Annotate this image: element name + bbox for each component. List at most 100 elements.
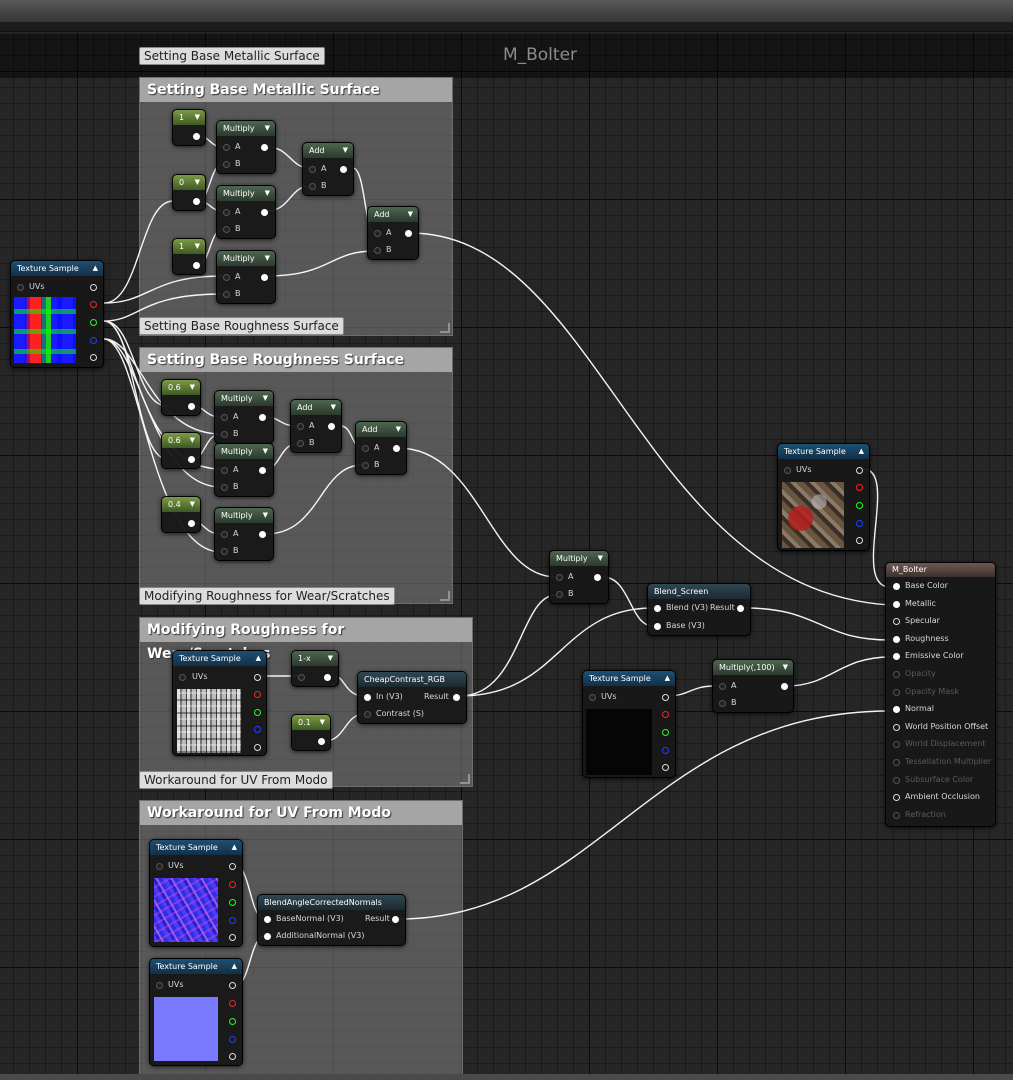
node-header[interactable]: 1-x ▼ [292, 651, 338, 666]
collapse-arrow-icon[interactable]: ▲ [232, 840, 237, 855]
in-input-pin[interactable] [364, 694, 371, 701]
node-header[interactable]: Texture Sample ▲ [778, 444, 869, 459]
node-header[interactable]: 0.6 ▼ [162, 433, 200, 448]
node-header[interactable]: 0 ▼ [173, 175, 205, 190]
node-header[interactable]: 0.1 ▼ [292, 715, 330, 730]
blend-angle-normals-node[interactable]: BlendAngleCorrectedNormals BaseNormal (V… [257, 894, 406, 946]
a-input-pin[interactable] [309, 166, 316, 173]
texture-sample-node-normal1[interactable]: Texture Sample ▲ UVs [149, 839, 243, 947]
input-pin-base-color[interactable] [893, 583, 900, 590]
input-pin-ambient-occlusion[interactable] [893, 794, 900, 802]
add-node-m2[interactable]: Add ▼ A B [367, 206, 419, 260]
b-input-pin[interactable] [374, 247, 381, 254]
collapse-arrow-icon[interactable]: ▲ [232, 959, 237, 974]
input-pin-normal[interactable] [893, 706, 900, 714]
rgb-output-pin[interactable] [254, 674, 261, 681]
node-header[interactable]: Multiply ▼ [217, 186, 275, 201]
collapse-arrow-icon[interactable]: ▼ [331, 400, 336, 415]
g-output-pin[interactable] [856, 502, 863, 509]
collapse-arrow-icon[interactable]: ▼ [783, 660, 788, 675]
node-header[interactable]: M_Bolter [886, 563, 995, 577]
collapse-arrow-icon[interactable]: ▼ [195, 239, 200, 254]
uvs-input-pin[interactable] [589, 694, 596, 701]
output-pin[interactable] [324, 674, 331, 681]
add-node-m1[interactable]: Add ▼ A B [302, 142, 354, 196]
one-minus-node[interactable]: 1-x ▼ [291, 650, 339, 687]
collapse-arrow-icon[interactable]: ▼ [320, 715, 325, 730]
input-pin-roughness[interactable] [893, 635, 900, 643]
collapse-arrow-icon[interactable]: ▼ [195, 175, 200, 190]
g-output-pin[interactable] [254, 709, 261, 716]
a-output-pin[interactable] [229, 934, 236, 941]
b-input-pin[interactable] [223, 226, 230, 233]
output-pin[interactable] [261, 144, 268, 151]
r-output-pin[interactable] [90, 301, 97, 308]
node-header[interactable]: Texture Sample ▲ [583, 671, 675, 686]
output-pin[interactable] [259, 414, 266, 421]
node-header[interactable]: Texture Sample ▲ [173, 651, 266, 666]
g-output-pin[interactable] [662, 729, 669, 736]
uvs-input-pin[interactable] [784, 467, 791, 474]
collapse-arrow-icon[interactable]: ▼ [263, 508, 268, 523]
base-normal-input-pin[interactable] [264, 916, 271, 923]
output-pin[interactable] [188, 456, 195, 463]
b-output-pin[interactable] [229, 1036, 236, 1043]
collapse-arrow-icon[interactable]: ▼ [396, 422, 401, 437]
result-output-pin[interactable] [737, 605, 744, 612]
b-input-pin[interactable] [223, 291, 230, 298]
add-node-r1[interactable]: Add ▼ A B [290, 399, 342, 453]
a-output-pin[interactable] [856, 537, 863, 544]
uvs-input-pin[interactable] [156, 982, 163, 989]
collapse-arrow-icon[interactable]: ▲ [256, 651, 261, 666]
output-pin[interactable] [405, 230, 412, 237]
output-pin[interactable] [328, 423, 335, 430]
constant-value[interactable]: 1 [179, 113, 184, 122]
texture-sample-node-wear[interactable]: Texture Sample ▲ UVs [172, 650, 267, 756]
output-pin[interactable] [193, 198, 200, 205]
multiply-node-m1[interactable]: Multiply ▼ A B [216, 120, 276, 174]
cheap-contrast-node[interactable]: CheapContrast_RGB In (V3) Contrast (S) R… [357, 671, 467, 724]
texture-sample-node-normal2[interactable]: Texture Sample ▲ UVs [149, 958, 243, 1066]
a-input-pin[interactable] [223, 209, 230, 216]
add-node-r2[interactable]: Add ▼ A B [355, 421, 407, 475]
a-input-pin[interactable] [223, 144, 230, 151]
output-pin[interactable] [340, 166, 347, 173]
collapse-arrow-icon[interactable]: ▲ [859, 444, 864, 459]
constant-value[interactable]: 0.6 [168, 383, 181, 392]
node-header[interactable]: Texture Sample ▲ [150, 959, 242, 974]
rgb-output-pin[interactable] [662, 694, 669, 701]
input-pin[interactable] [298, 674, 305, 681]
node-header[interactable]: 0.4 ▼ [162, 497, 200, 512]
node-header[interactable]: BlendAngleCorrectedNormals [258, 895, 405, 910]
node-header[interactable]: Add ▼ [303, 143, 353, 158]
output-pin[interactable] [193, 262, 200, 269]
node-header[interactable]: Multiply ▼ [215, 391, 273, 406]
b-input-pin[interactable] [297, 440, 304, 447]
node-header[interactable]: Blend_Screen [648, 584, 750, 599]
collapse-arrow-icon[interactable]: ▲ [665, 671, 670, 686]
g-output-pin[interactable] [229, 1018, 236, 1025]
multiply-node-r2[interactable]: Multiply ▼ A B [214, 443, 274, 497]
input-pin-metallic[interactable] [893, 600, 900, 608]
collapse-arrow-icon[interactable]: ▼ [190, 497, 195, 512]
a-input-pin[interactable] [719, 683, 726, 690]
uvs-input-pin[interactable] [179, 674, 186, 681]
output-pin[interactable] [188, 520, 195, 527]
output-pin[interactable] [259, 467, 266, 474]
constant-value[interactable]: 0.6 [168, 436, 181, 445]
g-output-pin[interactable] [229, 899, 236, 906]
output-pin[interactable] [318, 738, 325, 745]
b-input-pin[interactable] [309, 183, 316, 190]
b-input-pin[interactable] [221, 484, 228, 491]
node-header[interactable]: Multiply ▼ [217, 121, 275, 136]
material-result-node[interactable]: M_Bolter Base Color Metallic Specular Rough… [885, 562, 996, 827]
blend-screen-node[interactable]: Blend_Screen Blend (V3) Base (V3) Result [647, 583, 751, 636]
a-output-pin[interactable] [90, 354, 97, 361]
constant-value[interactable]: 0 [179, 178, 184, 187]
b-output-pin[interactable] [662, 747, 669, 754]
output-pin[interactable] [781, 683, 788, 690]
texture-sample-node-main[interactable]: Texture Sample ▲ UVs [10, 260, 104, 368]
r-output-pin[interactable] [229, 1000, 236, 1007]
r-output-pin[interactable] [662, 711, 669, 718]
collapse-arrow-icon[interactable]: ▼ [263, 444, 268, 459]
